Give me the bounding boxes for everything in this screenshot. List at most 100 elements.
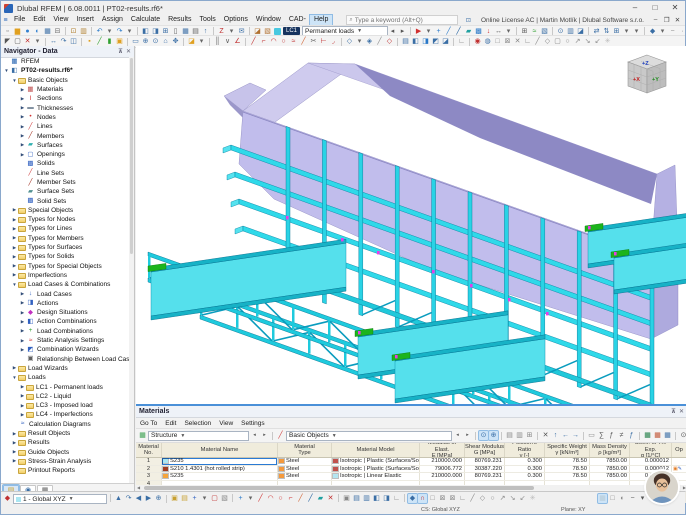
edit-nodes-icon[interactable]: ▪	[85, 37, 94, 46]
result-l-icon[interactable]: ∟	[523, 37, 532, 46]
cell[interactable]: 80769.231	[465, 473, 505, 480]
tree-item-folder-types-for-nodes[interactable]: ▶Types for Nodes	[1, 215, 129, 224]
guide-lines-icon[interactable]: ◇	[345, 37, 354, 46]
tree-expander[interactable]: ▶	[19, 412, 26, 418]
mirror-icon[interactable]: ◫	[69, 37, 78, 46]
doc-minimize-button[interactable]: –	[650, 16, 661, 24]
doc-close-button[interactable]: ✕	[672, 16, 683, 24]
r-a3-icon[interactable]: ↙	[593, 37, 602, 46]
result-lock-icon[interactable]: ◍	[483, 37, 492, 46]
user-avatar[interactable]	[646, 471, 678, 503]
tree-expander[interactable]: ▶	[19, 384, 26, 390]
move-right-icon[interactable]: →	[571, 431, 580, 440]
column-header-material-name[interactable]: Material Name	[162, 443, 278, 457]
column-header-op[interactable]: Op	[672, 443, 686, 457]
tree-expander[interactable]: ▶	[19, 142, 26, 148]
plane-dim-icon[interactable]: ✳	[528, 494, 537, 503]
snap-node-icon[interactable]: ▣	[115, 37, 124, 46]
draw-member-icon[interactable]: ╱	[306, 494, 315, 503]
table-edit-icon[interactable]: ▤	[401, 37, 410, 46]
edit-members-icon[interactable]: ▮	[105, 37, 114, 46]
draw-surface-icon[interactable]: ▰	[316, 494, 325, 503]
tree-expander[interactable]: ▶	[19, 96, 26, 102]
wp-node-icon[interactable]: +	[190, 494, 199, 503]
snap-toggle-icon[interactable]: ◆	[408, 494, 417, 503]
maximize-button[interactable]: □	[645, 1, 665, 15]
cs-user-icon[interactable]: ◩	[431, 37, 440, 46]
materials-menu-selection[interactable]: Selection	[180, 420, 215, 427]
cell[interactable]: Steel	[278, 466, 332, 473]
wp-dd-icon[interactable]: ▾	[200, 494, 209, 503]
tree-item-actions[interactable]: ▶◨Actions	[1, 299, 129, 308]
draw-dd-icon[interactable]: ▾	[246, 494, 255, 503]
menu-cad-bim[interactable]: CAD-BIM	[285, 15, 310, 25]
result-x-icon[interactable]: ✕	[513, 37, 522, 46]
rotate-icon[interactable]: ↷	[59, 37, 68, 46]
fx-icon[interactable]: ƒ	[607, 431, 616, 440]
select-window-icon[interactable]: ▢	[13, 37, 22, 46]
table-row[interactable]: 1S235SteelIsotropic | Plastic (Surfaces/…	[136, 458, 686, 466]
r-circ-icon[interactable]: ○	[563, 37, 572, 46]
tree-item-folder-results[interactable]: ▶Results	[1, 438, 129, 447]
cell[interactable]: 78.50	[545, 466, 590, 473]
plane-a3-icon[interactable]: ↙	[518, 494, 527, 503]
tree-expander[interactable]: ▶	[11, 207, 18, 213]
tree-item-folder-types-for-solids[interactable]: ▶Types for Solids	[1, 252, 129, 261]
cell[interactable]: Isotropic | Plastic (Surfaces/Solids)	[332, 458, 420, 465]
tree-expander[interactable]: ▶	[19, 300, 26, 306]
plane-a2-icon[interactable]: ↘	[508, 494, 517, 503]
menu-assign[interactable]: Assign	[98, 15, 127, 25]
tree-item-folder-stress-strain-analysis[interactable]: ▶Stress-Strain Analysis	[1, 457, 129, 466]
cell[interactable]: 78.50	[545, 458, 590, 465]
menu-edit[interactable]: Edit	[29, 15, 49, 25]
tree-expander[interactable]: ▶	[19, 133, 26, 139]
materials-menu-settings[interactable]: Settings	[237, 420, 269, 427]
column-header-material[interactable]: MaterialNo.	[136, 443, 162, 457]
tree-item-design-situations[interactable]: ▶◆Design Situations	[1, 308, 129, 317]
cell[interactable]: S235	[162, 473, 278, 480]
edit-lines-icon[interactable]: ╱	[95, 37, 104, 46]
view-save-icon[interactable]: ▣	[170, 494, 179, 503]
navigator-scrollbar[interactable]	[129, 57, 134, 484]
cell[interactable]: 210000.000	[420, 458, 465, 465]
cs-f-icon[interactable]: ∟	[392, 494, 401, 503]
tree-expander[interactable]: ▶	[11, 272, 18, 278]
cell[interactable]: 79006.772	[420, 466, 465, 473]
table-rows-icon[interactable]: ▤	[505, 431, 514, 440]
tree-item-members[interactable]: ▶╱Members	[1, 131, 129, 140]
view-iso-btn-icon[interactable]: ▲	[114, 494, 123, 503]
materials-panel-title-bar[interactable]: Materials ⊼ ✕	[136, 406, 686, 418]
snap-obj-icon[interactable]: ◇	[385, 37, 394, 46]
tree-item-rfem-app[interactable]: ▦RFEM	[1, 57, 129, 66]
relations-filter-icon[interactable]: ⊙	[479, 431, 488, 440]
zoom-out-icon[interactable]: ⊙	[151, 37, 160, 46]
tree-item-folder-types-for-lines[interactable]: ▶Types for Lines	[1, 224, 129, 233]
menu-options[interactable]: Options	[220, 15, 252, 25]
menu-window[interactable]: Window	[252, 15, 285, 25]
tree-item-folder-types-for-surfaces[interactable]: ▶Types for Surfaces	[1, 243, 129, 252]
cell[interactable]: 7850.00	[590, 466, 630, 473]
search-input[interactable]	[353, 16, 455, 25]
drop-end-icon[interactable]: ▾	[638, 494, 647, 503]
r-line-icon[interactable]: ╱	[533, 37, 542, 46]
draw-node-icon[interactable]: +	[236, 494, 245, 503]
result-beam-icon[interactable]: ◉	[473, 37, 482, 46]
tree-item-line-sets[interactable]: ╱Line Sets	[1, 169, 129, 178]
cell[interactable]: 2	[136, 466, 162, 473]
tree-expander[interactable]: ▼	[11, 375, 18, 380]
zoom-all-icon[interactable]: ⌂	[161, 37, 170, 46]
cell[interactable]: ▣✎	[672, 466, 686, 473]
result-anim-icon[interactable]: ⊠	[503, 37, 512, 46]
cell[interactable]: 0.300	[505, 473, 545, 480]
tree-expander[interactable]: ▶	[11, 431, 18, 437]
r-a1-icon[interactable]: ↗	[573, 37, 582, 46]
cube-x-label[interactable]: +X	[633, 77, 640, 83]
tree-item-folder-lc2-liquid[interactable]: ▶LC2 - Liquid	[1, 392, 129, 401]
tree-item-folder-basic-objects[interactable]: ▼Basic Objects	[1, 76, 129, 85]
cs-select-icon[interactable]: ◧	[411, 37, 420, 46]
view-next-icon[interactable]: ▶	[144, 494, 153, 503]
work-plane-icon[interactable]: ║	[213, 37, 222, 46]
materials-menu-go-to[interactable]: Go To	[136, 420, 161, 427]
cell[interactable]: 210000.000	[420, 473, 465, 480]
filter-prev-icon[interactable]: ◂	[453, 431, 462, 440]
